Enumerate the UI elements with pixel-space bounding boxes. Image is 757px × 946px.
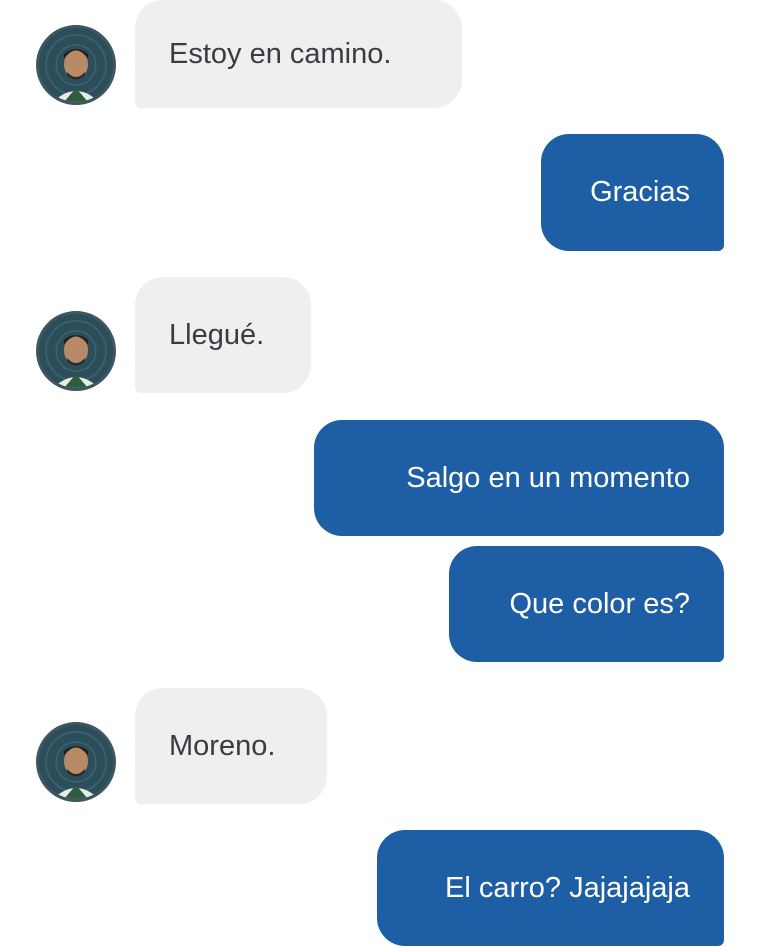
message-text: Gracias [590, 176, 690, 208]
chat-thread: Estoy en camino. Gracias Llegué. Salgo e… [0, 0, 757, 946]
message-text: El carro? Jajajajaja [444, 871, 690, 904]
driver-avatar[interactable] [36, 722, 116, 802]
message-bubble-outgoing: El carro? Jajajajaja [377, 830, 724, 946]
message-bubble-outgoing: Salgo en un momento [314, 420, 724, 536]
driver-avatar[interactable] [36, 25, 116, 105]
message-bubble-incoming: Moreno. [135, 688, 327, 804]
driver-avatar-icon [39, 725, 113, 799]
message-text: Que color es? [509, 587, 690, 620]
message-bubble-incoming: Llegué. [135, 277, 311, 393]
message-bubble-outgoing: Que color es? [449, 546, 724, 662]
driver-avatar[interactable] [36, 311, 116, 391]
driver-avatar-icon [39, 314, 113, 388]
driver-avatar-icon [39, 28, 113, 102]
message-bubble-incoming: Estoy en camino. [135, 0, 462, 108]
message-text: Llegué. [169, 318, 265, 351]
message-text: Estoy en camino. [169, 37, 392, 70]
message-bubble-outgoing: Gracias [541, 134, 724, 251]
message-text: Salgo en un momento [406, 461, 690, 494]
message-text: Moreno. [169, 729, 276, 762]
